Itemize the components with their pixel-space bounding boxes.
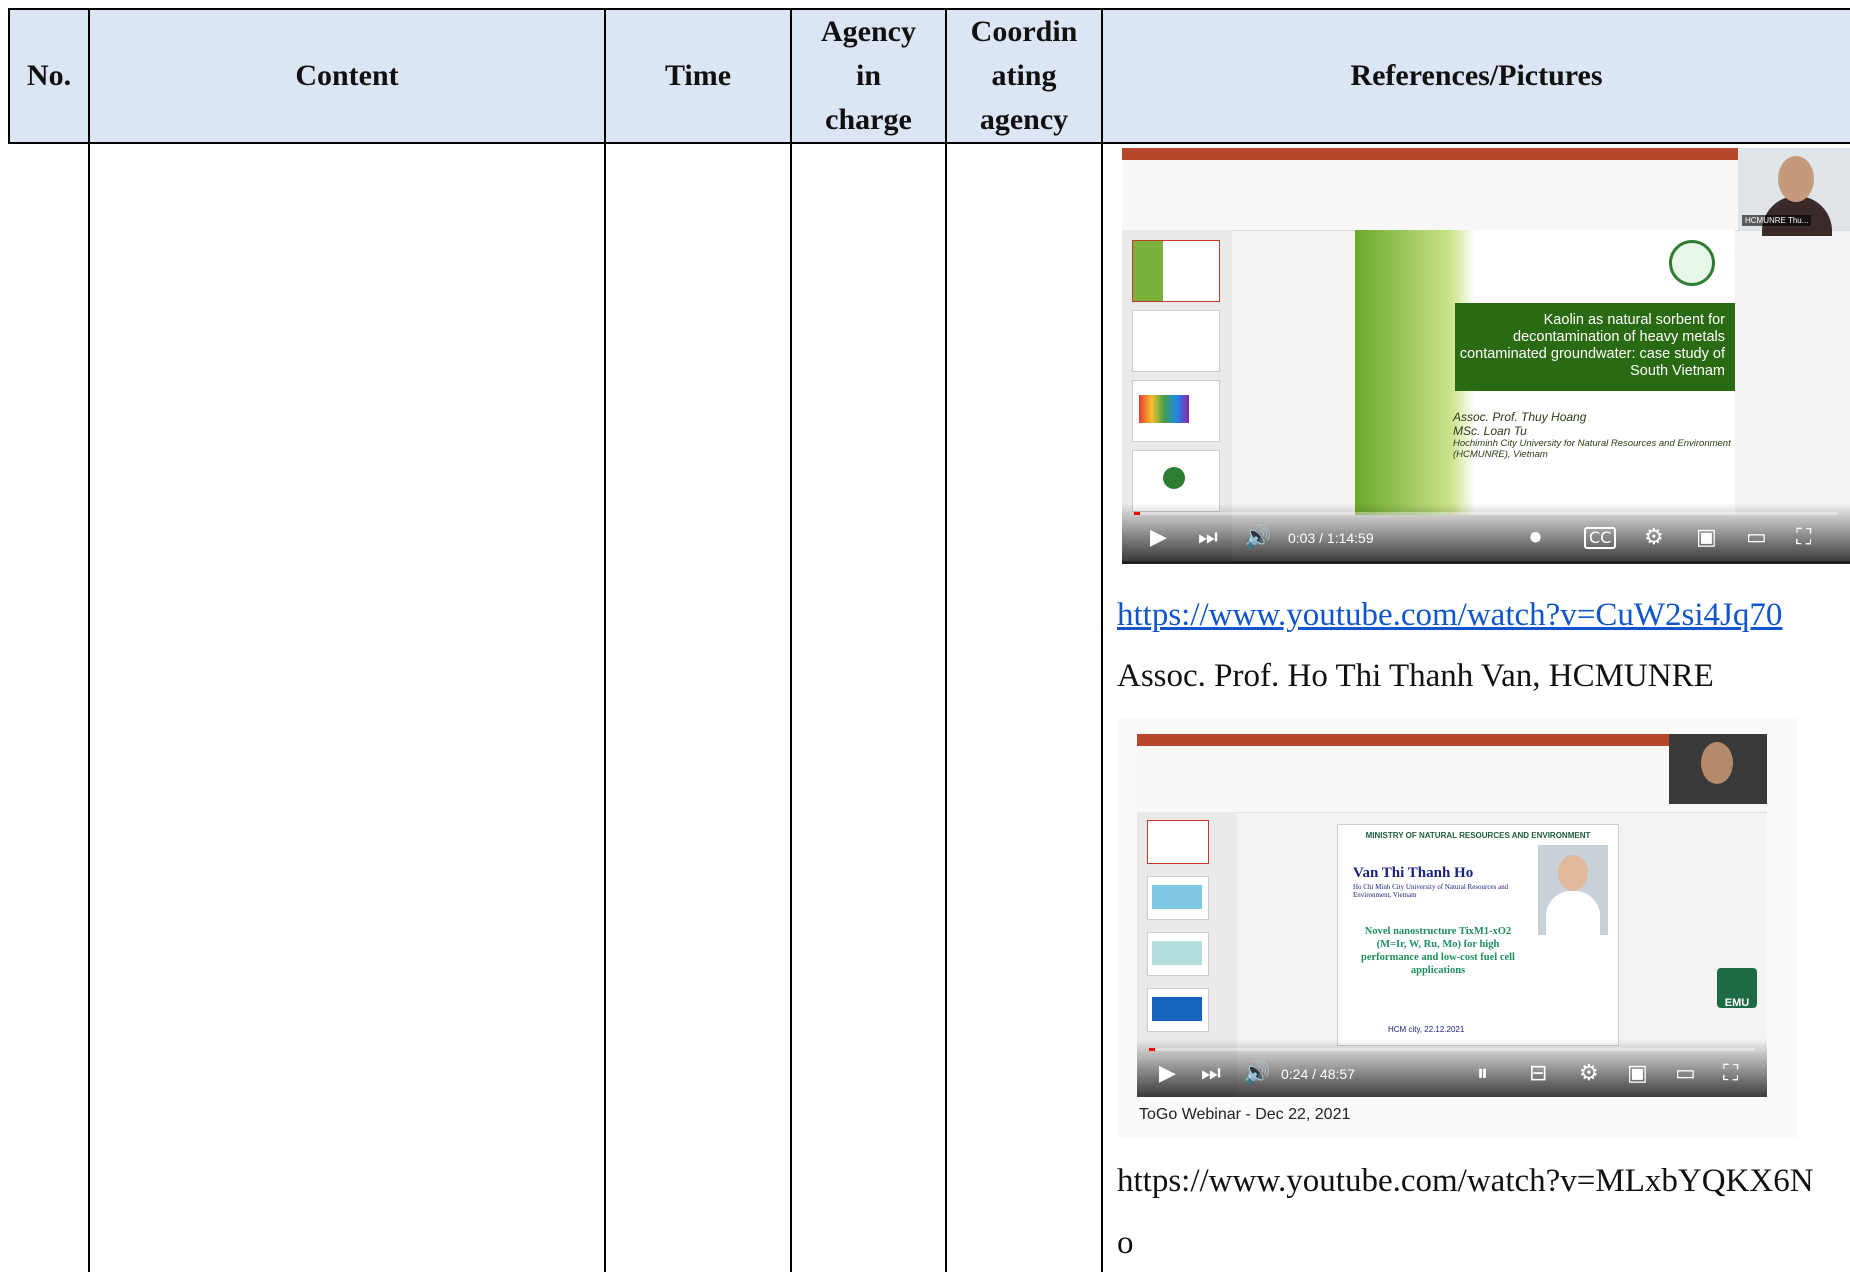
slide-nanostructure: MINISTRY OF NATURAL RESOURCES AND ENVIRO… [1337,824,1619,1046]
slide-thumbnail [1147,988,1209,1032]
header-references: References/Pictures [1103,10,1850,142]
header-no-text: No. [26,59,72,92]
fullscreen-icon[interactable]: ⛶ [1723,1063,1738,1085]
header-refs-text: References/Pictures [1350,59,1603,92]
header-coordinating: Coordin ating agency [947,10,1101,142]
presenter-2-face [1701,742,1733,784]
slide-title-text: Kaolin as natural sorbent for decontamin… [1459,312,1725,379]
youtube-link-2-line1: https://www.youtube.com/watch?v=MLxbYQKX… [1117,1163,1814,1199]
slide-authors: Assoc. Prof. Thuy Hoang MSc. Loan Tu Hoc… [1453,410,1735,460]
header-coord-line2: ating [991,59,1057,92]
slide-presenter-name: Van Thi Thanh Ho [1353,865,1474,881]
emu-logo: EMU [1717,968,1757,1009]
presenter-camera-1: HCMUNRE Thu... [1738,148,1850,236]
fullscreen-icon[interactable]: ⛶ [1796,527,1811,549]
play-icon[interactable]: ▶ [1150,527,1167,549]
slide-thumbnail [1147,820,1209,864]
slide-author-1: Assoc. Prof. Thuy Hoang [1453,410,1587,424]
video-thumbnail-2[interactable]: MINISTRY OF NATURAL RESOURCES AND ENVIRO… [1117,718,1797,1138]
slide-date: HCM city, 22.12.2021 [1388,1025,1465,1034]
progress-bar-2[interactable] [1149,1048,1755,1051]
video-frame-2: MINISTRY OF NATURAL RESOURCES AND ENVIRO… [1137,734,1767,1097]
next-icon[interactable]: ⏭ [1198,527,1218,549]
slide-presenter-affiliation: Ho Chi Minh City University of Natural R… [1353,883,1509,899]
slide-thumbnail [1132,240,1220,302]
settings-icon[interactable]: ⚙ [1579,1063,1599,1085]
header-coord-line3: agency [979,103,1069,136]
presenter-text: Assoc. Prof. Ho Thi Thanh Van, HCMUNRE [1117,658,1714,694]
slide-thumbnail [1147,876,1209,920]
col-border-content [604,8,606,1272]
header-bottom-border [8,142,1850,144]
autoplay-toggle-icon[interactable]: ⏺ [1530,527,1541,549]
slide-thumbnail [1132,310,1220,372]
slide-talk-title: Novel nanostructure TixM1-xO2 (M=Ir, W, … [1361,926,1515,976]
header-content-text: Content [295,59,399,92]
video-time: 0:03 / 1:14:59 [1288,530,1374,546]
video-controls-2: ▶ ⏭ 🔊 0:24 / 48:57 ⏸ ⊟ ⚙ ▣ ▭ ⛶ [1137,1039,1767,1097]
presenter-tag: HCMUNRE Thu... [1742,215,1812,226]
presenter-face [1778,156,1814,202]
col-border-no [88,8,90,1272]
header-time: Time [606,10,790,142]
header-no: No. [10,10,88,142]
header-time-text: Time [664,59,732,92]
header-content: Content [90,10,604,142]
slide-kaolin: Kaolin as natural sorbent for decontamin… [1355,230,1735,515]
presenter-photo-body [1546,891,1600,935]
university-logo-icon [1669,240,1715,286]
video-caption-2: ToGo Webinar - Dec 22, 2021 [1139,1106,1351,1123]
col-border-coord [1101,8,1103,1272]
youtube-link-1[interactable]: https://www.youtube.com/watch?v=CuW2si4J… [1117,597,1782,634]
captions-icon[interactable]: ⊟ [1529,1063,1547,1085]
video-time-2: 0:24 / 48:57 [1281,1066,1355,1082]
header-agency-line2: in [855,59,882,92]
slide-thumbnail [1147,932,1209,976]
volume-icon[interactable]: 🔊 [1244,527,1271,549]
header-agency: Agency in charge [792,10,945,142]
video-thumbnail-1[interactable]: Kaolin as natural sorbent for decontamin… [1122,148,1850,564]
settings-icon[interactable]: ⚙ [1644,527,1664,549]
presenter-camera-2 [1669,734,1767,804]
header-coord-line1: Coordin [970,15,1078,48]
slide-author-2: MSc. Loan Tu [1453,424,1527,438]
play-icon[interactable]: ▶ [1159,1063,1176,1085]
captions-icon[interactable]: CC [1584,527,1617,549]
presenter-photo [1538,845,1608,935]
autoplay-toggle-icon[interactable]: ⏸ [1477,1063,1488,1085]
slide-affiliation: Hochiminh City University for Natural Re… [1453,438,1731,460]
progress-bar[interactable] [1134,512,1838,515]
miniplayer-icon[interactable]: ▣ [1696,527,1717,549]
theater-icon[interactable]: ▭ [1675,1063,1696,1085]
video-controls-1: ▶ ⏭ 🔊 0:03 / 1:14:59 ⏺ CC ⚙ ▣ ▭ ⛶ [1122,503,1850,561]
next-icon[interactable]: ⏭ [1201,1063,1221,1085]
miniplayer-icon[interactable]: ▣ [1627,1063,1648,1085]
youtube-link-2-line2: o [1117,1225,1134,1261]
progress-fill [1134,512,1140,515]
presenter-photo-face [1558,855,1588,891]
slide-ministry-head: MINISTRY OF NATURAL RESOURCES AND ENVIRO… [1365,831,1591,840]
volume-icon[interactable]: 🔊 [1243,1063,1270,1085]
col-border-time [790,8,792,1272]
theater-icon[interactable]: ▭ [1746,527,1767,549]
slide-thumbnail [1132,380,1220,442]
progress-fill-2 [1149,1048,1155,1051]
col-border-agency [945,8,947,1272]
header-agency-line1: Agency [821,15,916,48]
header-agency-line3: charge [825,103,912,136]
